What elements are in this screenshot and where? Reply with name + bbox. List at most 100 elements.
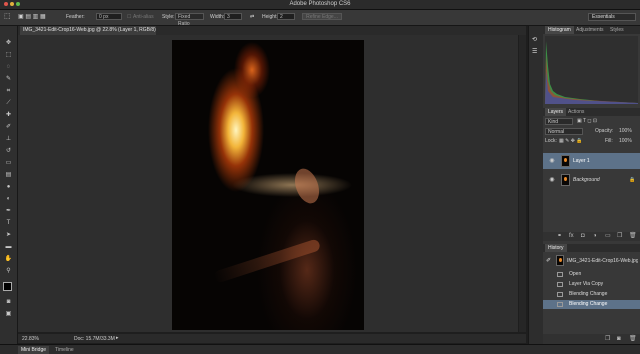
crop-tool-icon[interactable]: ⌗ <box>4 87 13 95</box>
document-tab[interactable]: IMG_3421-Edit-Crop16-Web.jpg @ 22.8% (La… <box>20 26 156 42</box>
fill-label: Fill: <box>605 138 613 144</box>
height-input[interactable]: 2 <box>277 13 295 20</box>
layer-row[interactable]: ◉ Layer 1 <box>543 153 640 169</box>
history-state-icon <box>557 282 563 287</box>
history-item-label[interactable]: Blending Change <box>569 290 607 299</box>
foreground-color-swatch[interactable] <box>3 282 12 291</box>
adjustment-layer-icon[interactable]: ◑ <box>593 232 597 241</box>
tab-history[interactable]: History <box>545 244 567 252</box>
layer-row[interactable]: ◉ Background 🔒 <box>543 172 640 188</box>
status-menu-arrow-icon[interactable]: ▸ <box>116 335 119 341</box>
document-image[interactable] <box>172 40 364 330</box>
snapshot-camera-icon[interactable]: ◙ <box>617 334 621 344</box>
snapshot-thumbnail <box>556 255 564 266</box>
vertical-scrollbar[interactable] <box>519 35 526 332</box>
history-item-label[interactable]: Blending Change <box>569 300 607 309</box>
move-tool-icon[interactable]: ✥ <box>4 39 13 47</box>
workspace-switcher[interactable]: Essentials <box>588 13 636 21</box>
lasso-tool-icon[interactable]: ◌ <box>4 63 13 71</box>
visibility-eye-icon[interactable]: ◉ <box>548 153 556 169</box>
antialias-checkbox[interactable]: ☐ <box>127 14 131 20</box>
eyedropper-tool-icon[interactable]: ⟋ <box>4 99 13 107</box>
opacity-value[interactable]: 100% <box>619 128 632 135</box>
layers-panel-header: Layers Actions <box>543 108 640 116</box>
history-item[interactable]: Open <box>543 270 640 279</box>
height-label: Height: <box>262 14 278 20</box>
history-item[interactable]: Layer Via Copy <box>543 280 640 289</box>
new-layer-icon[interactable]: ❐ <box>617 232 622 241</box>
dodge-tool-icon[interactable]: ◐ <box>4 195 13 203</box>
width-input[interactable]: 3 <box>224 13 242 20</box>
lock-label: Lock: <box>545 138 557 144</box>
title-bar: Adobe Photoshop CS6 <box>0 0 640 10</box>
quick-mask-icon[interactable]: ◙ <box>4 298 13 306</box>
right-panel-dock: Histogram Adjustments Styles Layers Acti… <box>543 26 640 344</box>
refine-edge-button[interactable]: Refine Edge... <box>302 13 342 20</box>
clone-stamp-tool-icon[interactable]: ⊥ <box>4 135 13 143</box>
gradient-tool-icon[interactable]: ▤ <box>4 171 13 179</box>
marquee-tool-icon[interactable]: ⬚ <box>4 12 11 20</box>
antialias-label: Anti-alias <box>133 14 154 20</box>
lock-icon: 🔒 <box>629 177 636 183</box>
status-bar: 22.83% Doc: 15.7M/33.3M ▸ <box>18 334 526 343</box>
tools-panel: ✥ ⬚ ◌ ✎ ⌗ ⟋ ✚ ✐ ⊥ ↺ ▭ ▤ ● ◐ ✒ T ➤ ▬ ✋ ⚲ … <box>0 26 18 344</box>
tab-histogram[interactable]: Histogram <box>545 26 574 34</box>
image-arm-shape <box>212 238 322 284</box>
layer-name[interactable]: Layer 1 <box>573 153 590 169</box>
link-layers-icon[interactable]: ⚭ <box>557 232 562 241</box>
layer-style-icon[interactable]: fx <box>569 232 574 241</box>
app-title: Adobe Photoshop CS6 <box>289 1 351 7</box>
hand-tool-icon[interactable]: ✋ <box>4 255 13 263</box>
history-item-label[interactable]: Open <box>569 270 581 279</box>
new-group-icon[interactable]: ▭ <box>605 232 611 241</box>
history-brush-tool-icon[interactable]: ↺ <box>4 147 13 155</box>
brush-tool-icon[interactable]: ✐ <box>4 123 13 131</box>
path-selection-tool-icon[interactable]: ➤ <box>4 231 13 239</box>
layer-filter-icons[interactable]: ▣ T ◻ ⊡ <box>577 118 597 125</box>
pen-tool-icon[interactable]: ✒ <box>4 207 13 215</box>
zoom-level[interactable]: 22.83% <box>22 336 39 342</box>
swap-dimensions-icon[interactable]: ⇄ <box>250 14 254 20</box>
visibility-eye-icon[interactable]: ◉ <box>548 172 556 188</box>
history-item-label[interactable]: Layer Via Copy <box>569 280 603 289</box>
layer-filter-select[interactable]: Kind <box>545 118 573 125</box>
delete-state-icon[interactable]: 🗑 <box>629 334 637 344</box>
doc-info[interactable]: Doc: 15.7M/33.3M <box>74 336 115 342</box>
style-select[interactable]: Fixed Ratio <box>175 13 204 27</box>
history-brush-source-icon[interactable]: ✐ <box>546 257 551 264</box>
snapshot-name[interactable]: IMG_3421-Edit-Crop16-Web.jpg <box>567 258 638 264</box>
new-document-from-state-icon[interactable]: ❐ <box>605 334 610 344</box>
screen-mode-icon[interactable]: ▣ <box>4 310 13 318</box>
tab-layers[interactable]: Layers <box>545 108 567 116</box>
tab-adjustments[interactable]: Adjustments <box>573 26 607 34</box>
history-panel-icon[interactable]: ⟲ <box>532 36 537 43</box>
style-label: Style: <box>162 14 175 20</box>
marquee-tool-icon[interactable]: ⬚ <box>4 51 13 59</box>
history-state-icon <box>557 292 563 297</box>
layer-thumbnail <box>561 155 570 167</box>
history-item[interactable]: Blending Change <box>543 290 640 299</box>
histogram-graphic <box>545 41 638 104</box>
fill-value[interactable]: 100% <box>619 138 632 145</box>
eraser-tool-icon[interactable]: ▭ <box>4 159 13 167</box>
add-mask-icon[interactable]: ◘ <box>581 232 585 241</box>
history-snapshot-row[interactable]: ✐ IMG_3421-Edit-Crop16-Web.jpg <box>543 254 640 268</box>
feather-input[interactable]: 0 px <box>96 13 122 20</box>
properties-panel-icon[interactable]: ☰ <box>532 48 537 55</box>
history-state-icon <box>557 272 563 277</box>
shape-tool-icon[interactable]: ▬ <box>4 243 13 251</box>
blend-mode-select[interactable]: Normal <box>545 128 583 135</box>
tab-actions[interactable]: Actions <box>565 108 587 116</box>
layer-name[interactable]: Background <box>573 172 600 188</box>
history-state-icon <box>557 302 563 307</box>
tab-styles[interactable]: Styles <box>607 26 627 34</box>
history-item[interactable]: Blending Change <box>543 300 640 309</box>
type-tool-icon[interactable]: T <box>4 219 13 227</box>
lock-icons[interactable]: ▦ ✎ ✥ 🔒 <box>559 138 583 145</box>
delete-layer-icon[interactable]: 🗑 <box>629 232 637 241</box>
zoom-tool-icon[interactable]: ⚲ <box>4 267 13 275</box>
selection-mode-icons[interactable]: ▣ ▤ ▥ ▦ <box>18 13 46 20</box>
quick-selection-tool-icon[interactable]: ✎ <box>4 75 13 83</box>
blur-tool-icon[interactable]: ● <box>4 183 13 191</box>
healing-brush-tool-icon[interactable]: ✚ <box>4 111 13 119</box>
